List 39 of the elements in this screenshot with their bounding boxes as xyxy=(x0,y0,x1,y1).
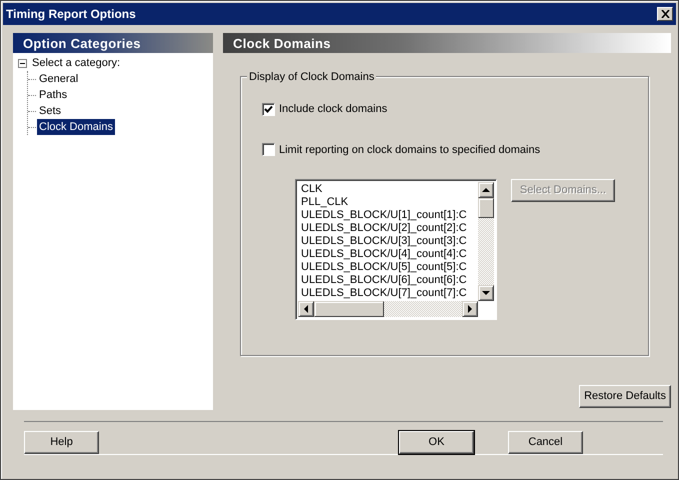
tree-item[interactable]: Sets xyxy=(37,103,64,119)
checkbox[interactable] xyxy=(262,102,275,116)
vertical-scrollbar[interactable] xyxy=(478,182,494,301)
panel-header: Clock Domains xyxy=(223,33,671,53)
list-item[interactable]: CLK xyxy=(301,183,475,196)
arrow-right-icon xyxy=(468,305,472,313)
list-item[interactable]: PLL_CLK xyxy=(301,196,475,209)
tree-root-label[interactable]: Select a category: xyxy=(30,55,122,71)
list-item[interactable]: ULEDLS_BLOCK/U[2]_count[2]:C xyxy=(301,222,475,235)
list-item[interactable]: ULEDLS_BLOCK/U[5]_count[5]:C xyxy=(301,261,475,274)
close-icon xyxy=(660,10,670,18)
list-item[interactable]: ULEDLS_BLOCK/U[7]_count[7]:C xyxy=(301,287,475,300)
scroll-thumb[interactable] xyxy=(478,198,494,218)
list-item[interactable]: ULEDLS_BLOCK/U[6]_count[6]:C xyxy=(301,274,475,287)
horizontal-scrollbar[interactable] xyxy=(298,301,478,317)
dialog-button[interactable]: Cancel xyxy=(508,431,583,454)
check-icon xyxy=(264,104,273,114)
tree-item[interactable]: General xyxy=(37,71,80,87)
group-title: Display of Clock Domains xyxy=(247,69,376,86)
checkbox-label: Limit reporting on clock domains to specified domains xyxy=(279,142,540,158)
arrow-left-icon xyxy=(304,305,308,313)
checkbox-label: Include clock domains xyxy=(279,102,388,117)
arrow-up-icon xyxy=(482,188,490,192)
sidebar-header: Option Categories xyxy=(13,33,213,53)
tree-item[interactable]: Clock Domains xyxy=(37,119,115,135)
tree-toggle-icon[interactable] xyxy=(18,58,27,68)
window-title: Timing Report Options xyxy=(6,6,136,23)
dialog-button[interactable]: OK xyxy=(399,431,474,454)
close-button[interactable] xyxy=(657,7,673,21)
scroll-thumb[interactable] xyxy=(314,301,384,317)
domains-listbox[interactable] xyxy=(295,179,497,320)
list-item[interactable]: ULEDLS_BLOCK/U[1]_count[1]:C xyxy=(301,209,475,222)
arrow-down-icon xyxy=(482,291,490,295)
checkbox[interactable] xyxy=(262,143,275,156)
dialog-button[interactable]: Help xyxy=(24,431,99,454)
list-item[interactable]: ULEDLS_BLOCK/U[3]_count[3]:C xyxy=(301,235,475,248)
restore-defaults-button[interactable]: Restore Defaults xyxy=(579,385,671,408)
list-item[interactable]: ULEDLS_BLOCK/U[4]_count[4]:C xyxy=(301,248,475,261)
tree-item[interactable]: Paths xyxy=(37,87,70,103)
